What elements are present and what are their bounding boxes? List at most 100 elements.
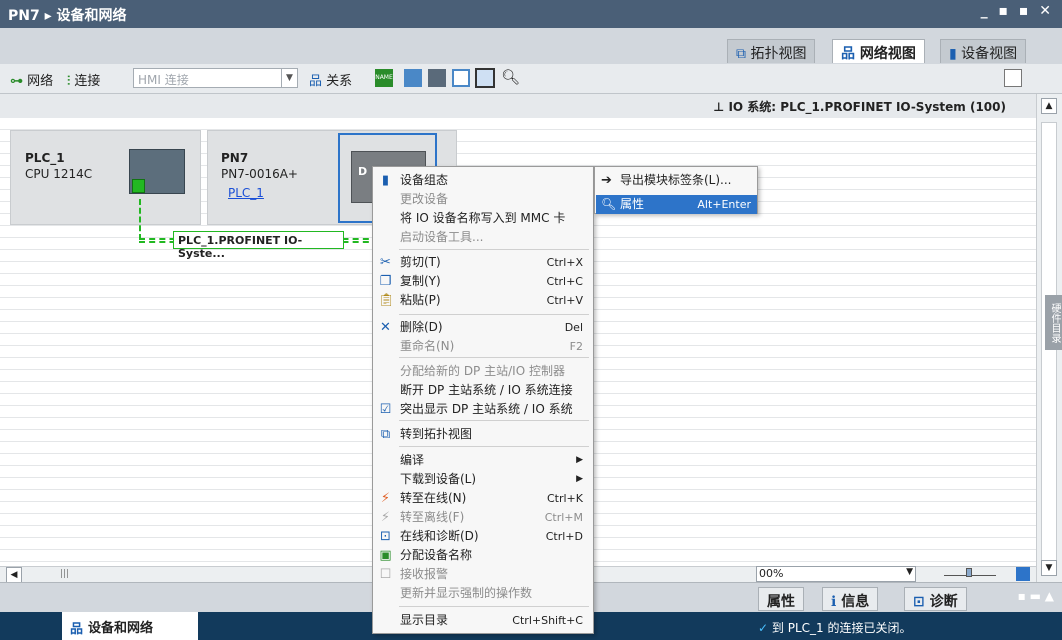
overview-icon[interactable] [475, 68, 495, 88]
tab-topology-view[interactable]: ⧉ 拓扑视图 [727, 39, 816, 63]
delete-icon: ✕ [380, 320, 391, 335]
go-offline-icon: ⚡ [380, 510, 391, 525]
connection-type-select[interactable]: HMI 连接 ▼ [133, 68, 298, 88]
menu-label: 转至在线(N) [400, 491, 467, 505]
panel-controls[interactable]: ▪ ▬ ▲ [1018, 589, 1054, 603]
submenu-arrow-icon: ▶ [576, 455, 583, 465]
editor-task-button[interactable]: 品 设备和网络 [62, 612, 198, 640]
checkbox-icon: ☑ [379, 402, 392, 417]
tab-diagnostics[interactable]: ⊡ 诊断 [904, 587, 967, 611]
menu-label: 突出显示 DP 主站系统 / IO 系统 [400, 402, 573, 416]
zoom-icon[interactable]: 🔍︎ [501, 68, 520, 86]
menu-label: 分配设备名称 [400, 548, 473, 562]
menu-item: 更新并显示强制的操作数 [373, 584, 593, 603]
menu-item[interactable]: 下载到设备(L) ▶ [373, 470, 593, 489]
menu-separator [399, 606, 589, 607]
menu-item[interactable]: 编译 ▶ [373, 451, 593, 470]
network-label[interactable]: PLC_1.PROFINET IO-Syste... [173, 231, 344, 260]
tab-network-view[interactable]: 品 网络视图 [832, 39, 925, 63]
menu-item[interactable]: 📋︎ 粘贴(P) Ctrl+V [373, 291, 593, 310]
tab-properties[interactable]: 属性 [758, 587, 804, 611]
scroll-grip[interactable]: ||| [60, 569, 69, 579]
assign-name-icon: ▣ [379, 548, 392, 563]
menu-item-properties[interactable]: 🔍︎ 属性 Alt+Enter [596, 195, 757, 214]
tab-label: 信息 [841, 594, 870, 610]
export-icon: ➔ [601, 173, 612, 188]
chevron-down-icon[interactable]: ▼ [281, 69, 297, 87]
menu-item: ☐ 接收报警 [373, 565, 593, 584]
alarm-icon: ☐ [379, 567, 392, 582]
pane-toggle-icon[interactable] [1004, 69, 1022, 87]
menu-item[interactable]: ⧉ 转到拓扑视图 [373, 425, 593, 444]
assign-name-icon[interactable]: NAME [375, 69, 393, 87]
menu-item[interactable]: ☑ 突出显示 DP 主站系统 / IO 系统 [373, 400, 593, 419]
menu-label: 编译 [400, 453, 425, 467]
scroll-up-icon[interactable]: ▲ [1041, 98, 1057, 114]
connection-type-value: HMI 连接 [138, 73, 189, 87]
port-icon[interactable] [132, 179, 145, 193]
context-menu: ▮ 设备组态 更改设备将 IO 设备名称写入到 MMC 卡启动设备工具... ✂ 剪切(… [372, 166, 594, 634]
menu-label: 更新并显示强制的操作数 [400, 586, 533, 600]
menu-item[interactable]: 显示目录 Ctrl+Shift+C [373, 611, 593, 630]
pin-icon[interactable]: ⊥ [713, 100, 724, 114]
tab-info[interactable]: ℹ 信息 [822, 587, 879, 611]
menu-label: 转至离线(F) [400, 510, 465, 524]
menu-shortcut: Ctrl+C [546, 275, 583, 288]
go-online-icon: ⚡ [380, 491, 391, 506]
chevron-down-icon[interactable]: ▼ [906, 567, 913, 577]
display-icon[interactable] [428, 69, 446, 87]
menu-label: 显示目录 [400, 613, 449, 627]
tab-label: 诊断 [929, 594, 958, 610]
status-text: 到 PLC_1 的连接已关闭。 [771, 621, 912, 635]
menu-label: 删除(D) [400, 320, 443, 334]
menu-item[interactable]: ⊡ 在线和诊断(D) Ctrl+D [373, 527, 593, 546]
menu-separator [399, 420, 589, 421]
info-icon: ℹ [831, 594, 837, 610]
network-button[interactable]: ⊶ 网络 [10, 70, 53, 89]
zoom-select[interactable]: 00% ▼ [756, 566, 916, 582]
menu-label: 更改设备 [400, 192, 449, 206]
network-props-icon[interactable] [404, 69, 422, 87]
scroll-down-icon[interactable]: ▼ [1041, 560, 1057, 576]
menu-label: 属性 [620, 197, 645, 211]
network-line-vertical [139, 199, 141, 240]
menu-item[interactable]: 断开 DP 主站系统 / IO 系统连接 [373, 381, 593, 400]
menu-item[interactable]: ⚡ 转至在线(N) Ctrl+K [373, 489, 593, 508]
copy-icon: ❐ [379, 274, 392, 289]
menu-item[interactable]: ▣ 分配设备名称 [373, 546, 593, 565]
zoom-slider[interactable] [940, 567, 1000, 581]
io-system-info: ⊥ IO 系统: PLC_1.PROFINET IO-System (100) [713, 98, 1006, 115]
hardware-catalog-tab[interactable]: 硬件目录 [1045, 295, 1062, 350]
fit-view-icon[interactable] [1016, 567, 1030, 581]
io-controller-link[interactable]: PLC_1 [228, 186, 264, 200]
menu-item[interactable]: ✂ 剪切(T) Ctrl+X [373, 253, 593, 272]
menu-shortcut: F2 [569, 340, 583, 353]
diagnostics-icon: ⊡ [380, 529, 391, 544]
cut-icon: ✂ [380, 255, 391, 270]
menu-item[interactable]: ❐ 复制(Y) Ctrl+C [373, 272, 593, 291]
menu-item[interactable]: ▮ 设备组态 [373, 171, 593, 190]
task-label: 设备和网络 [88, 621, 154, 636]
relations-label: 关系 [326, 74, 353, 89]
device-icon: ▮ [949, 46, 957, 62]
device-type: CPU 1214C [25, 167, 93, 181]
network-icon: 品 [841, 46, 855, 62]
menu-item[interactable]: ✕ 删除(D) Del [373, 318, 593, 337]
tab-device-view[interactable]: ▮ 设备视图 [940, 39, 1027, 63]
window-controls[interactable]: _ ▪ ▪ ✕ [981, 3, 1054, 19]
relations-button[interactable]: 品 关系 [309, 70, 352, 89]
plc-device[interactable]: PLC_1 CPU 1214C [10, 130, 201, 225]
menu-item[interactable]: 将 IO 设备名称写入到 MMC 卡 [373, 209, 593, 228]
menu-item-export-labels[interactable]: ➔ 导出模块标签条(L)... [596, 171, 757, 190]
tab-label: 拓扑视图 [750, 46, 807, 62]
tab-label: 网络视图 [859, 46, 916, 62]
connections-icon: ⫶ [67, 74, 71, 89]
scroll-left-icon[interactable]: ◀ [6, 567, 22, 583]
connections-button[interactable]: ⫶ 连接 [67, 70, 100, 89]
menu-item: ⚡ 转至离线(F) Ctrl+M [373, 508, 593, 527]
context-submenu: ➔ 导出模块标签条(L)... 🔍︎ 属性 Alt+Enter [594, 166, 758, 214]
table-icon[interactable] [452, 69, 470, 87]
menu-separator [399, 357, 589, 358]
menu-label: 接收报警 [400, 567, 449, 581]
menu-shortcut: Del [564, 321, 583, 334]
